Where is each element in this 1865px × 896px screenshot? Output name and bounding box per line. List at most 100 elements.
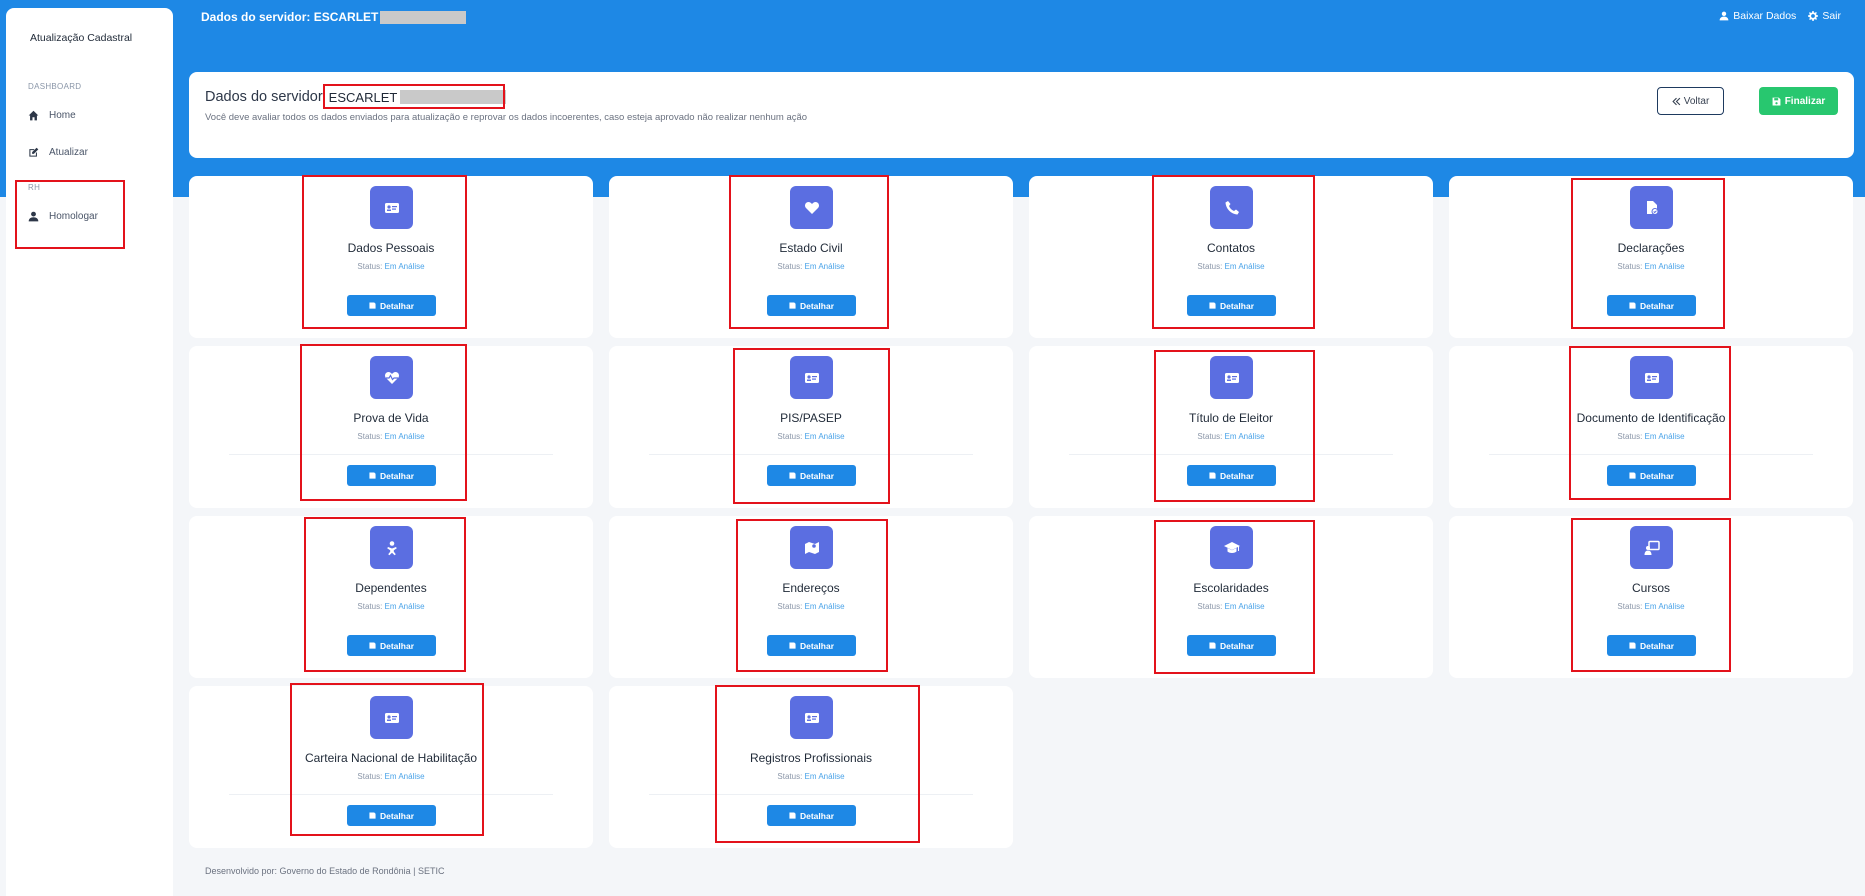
status-label: Status: [777,432,803,441]
card-status: Status: Em Análise [1449,602,1853,611]
card-title: Escolaridades [1193,581,1269,595]
detail-button-label: Detalhar [379,470,414,481]
back-button[interactable]: Voltar [1657,87,1724,115]
card-title: Título de Eleitor [1188,411,1274,425]
card-cnh: Carteira Nacional de Habilitação Status:… [189,686,593,848]
save-icon [1772,97,1781,105]
detail-button[interactable]: Detalhar [767,465,856,486]
detail-button[interactable]: Detalhar [1607,295,1696,316]
save-icon [1629,472,1636,479]
detail-button[interactable]: Detalhar [767,635,856,656]
detail-button-label: Detalhar [1219,640,1254,651]
card-status: Status: Em Análise [609,432,1013,441]
detail-button[interactable]: Detalhar [767,295,856,316]
card-status: Status: Em Análise [189,772,593,781]
save-icon [1209,302,1216,309]
card-status: Status: Em Análise [189,602,593,611]
card-escolaridades: Escolaridades Status: Em Análise Detalha… [1029,516,1433,678]
save-icon [369,812,376,819]
detail-button[interactable]: Detalhar [1187,635,1276,656]
status-value: Em Análise [1644,602,1685,611]
divider [649,454,973,455]
sidebar-item-atualizar[interactable]: Atualizar [28,147,88,158]
card-status: Status: Em Análise [189,262,593,271]
server-info-card: Dados do servidor ESCARLET Você deve ava… [189,72,1854,158]
user-icon [28,211,39,222]
sidebar: Atualização Cadastral DASHBOARD Home Atu… [6,8,173,896]
status-label: Status: [357,602,383,611]
finish-button[interactable]: Finalizar [1759,87,1838,115]
id-card-icon [384,202,399,213]
page-title-text: Dados do servidor [205,89,323,105]
card-status: Status: Em Análise [609,262,1013,271]
card-title: Prova de Vida [353,411,429,425]
card-status: Status: Em Análise [609,602,1013,611]
detail-button[interactable]: Detalhar [1187,465,1276,486]
detail-button[interactable]: Detalhar [347,465,436,486]
save-icon [789,472,796,479]
server-name-text: ESCARLET [328,89,398,105]
sidebar-item-label: Home [49,110,76,121]
redacted-name [400,90,507,104]
detail-button[interactable]: Detalhar [1187,295,1276,316]
status-value: Em Análise [1224,432,1265,441]
divider [1489,454,1813,455]
card-status: Status: Em Análise [189,432,593,441]
detail-button[interactable]: Detalhar [347,295,436,316]
detail-button[interactable]: Detalhar [1607,465,1696,486]
status-label: Status: [1617,262,1643,271]
detail-button[interactable]: Detalhar [347,805,436,826]
status-value: Em Análise [384,602,425,611]
card-title: Endereços [782,581,840,595]
detail-button[interactable]: Detalhar [1607,635,1696,656]
status-label: Status: [357,772,383,781]
sidebar-item-home[interactable]: Home [28,110,76,121]
status-label: Status: [1197,262,1223,271]
card-icon-wrap [1630,186,1673,229]
download-data-label: Baixar Dados [1733,10,1797,22]
id-card-icon [1224,372,1239,383]
logout-link[interactable]: Sair [1808,10,1841,22]
status-value: Em Análise [804,432,845,441]
teacher-icon [1644,540,1660,555]
id-card-icon [804,712,819,723]
card-title: Cursos [1631,581,1670,595]
page-title: Dados do servidor ESCARLET [205,89,507,105]
card-title: Registros Profissionais [749,751,873,765]
detail-button[interactable]: Detalhar [347,635,436,656]
save-icon [369,642,376,649]
card-documento-de-identificacao: Documento de Identificação Status: Em An… [1449,346,1853,508]
heartbeat-icon [384,371,399,384]
divider [229,794,553,795]
status-value: Em Análise [804,772,845,781]
card-pis-pasep: PIS/PASEP Status: Em Análise Detalhar [609,346,1013,508]
card-declaracoes: Declarações Status: Em Análise Detalhar [1449,176,1853,338]
sidebar-item-homologar[interactable]: Homologar [28,211,98,222]
detail-button-label: Detalhar [1219,300,1254,311]
status-label: Status: [1617,602,1643,611]
card-title: Documento de Identificação [1576,411,1726,425]
save-icon [789,642,796,649]
status-value: Em Análise [1224,262,1265,271]
save-icon [369,302,376,309]
card-title: Estado Civil [779,241,843,255]
card-icon-wrap [370,696,413,739]
phone-icon [1225,200,1239,214]
id-card-icon [384,712,399,723]
card-icon-wrap [1210,526,1253,569]
file-check-icon [1646,200,1658,215]
card-icon-wrap [790,356,833,399]
detail-button[interactable]: Detalhar [767,805,856,826]
gear-icon [1808,11,1819,21]
card-icon-wrap [790,696,833,739]
status-label: Status: [1197,602,1223,611]
status-value: Em Análise [804,602,845,611]
sidebar-item-label: Homologar [49,211,98,222]
server-name: ESCARLET [329,90,507,105]
card-title: Contatos [1206,241,1256,255]
card-contatos: Contatos Status: Em Análise Detalhar [1029,176,1433,338]
page-description: Você deve avaliar todos os dados enviado… [205,112,808,123]
card-icon-wrap [1210,356,1253,399]
card-title: Dados Pessoais [347,241,435,255]
download-data-link[interactable]: Baixar Dados [1719,10,1796,22]
